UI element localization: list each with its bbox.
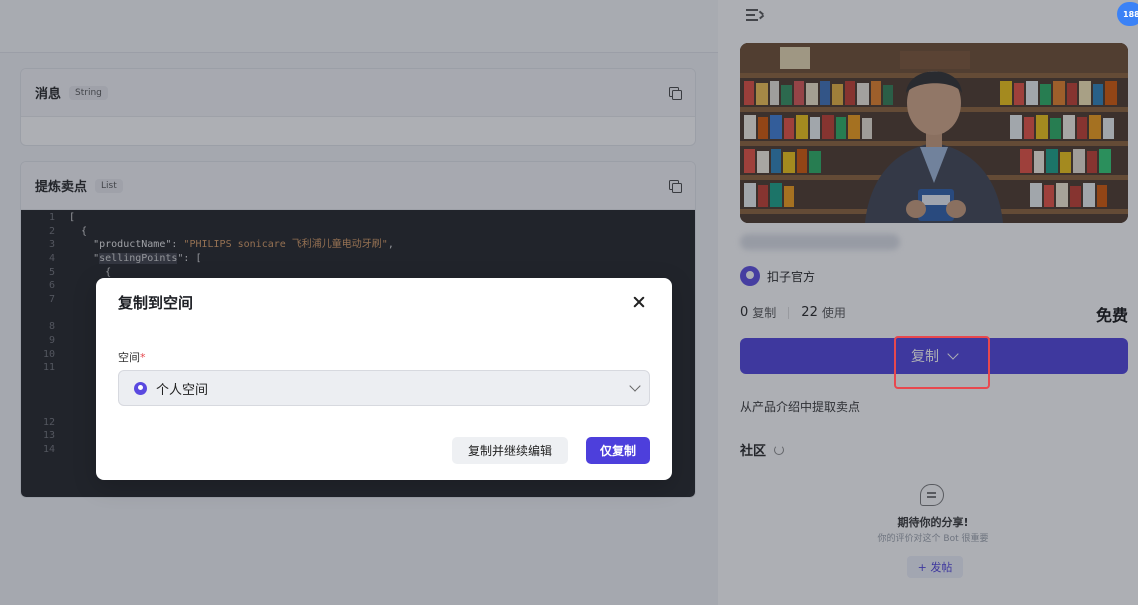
copy-only-button[interactable]: 仅复制 xyxy=(586,437,650,464)
close-icon[interactable] xyxy=(632,295,646,309)
required-mark: * xyxy=(140,351,146,364)
personal-space-icon xyxy=(134,381,147,395)
highlight-annotation-box xyxy=(894,336,990,389)
copy-to-space-dialog: 复制到空间 空间* 个人空间 复制并继续编辑 仅复制 xyxy=(96,278,672,480)
dialog-title: 复制到空间 xyxy=(118,294,194,312)
copy-and-edit-button[interactable]: 复制并继续编辑 xyxy=(452,437,568,464)
chevron-down-icon xyxy=(629,380,641,392)
space-field-label: 空间* xyxy=(118,349,146,365)
space-select[interactable]: 个人空间 xyxy=(118,370,650,406)
space-label-text: 空间 xyxy=(118,351,140,364)
space-select-value: 个人空间 xyxy=(156,382,209,398)
notification-badge[interactable]: 188 xyxy=(1117,2,1138,26)
